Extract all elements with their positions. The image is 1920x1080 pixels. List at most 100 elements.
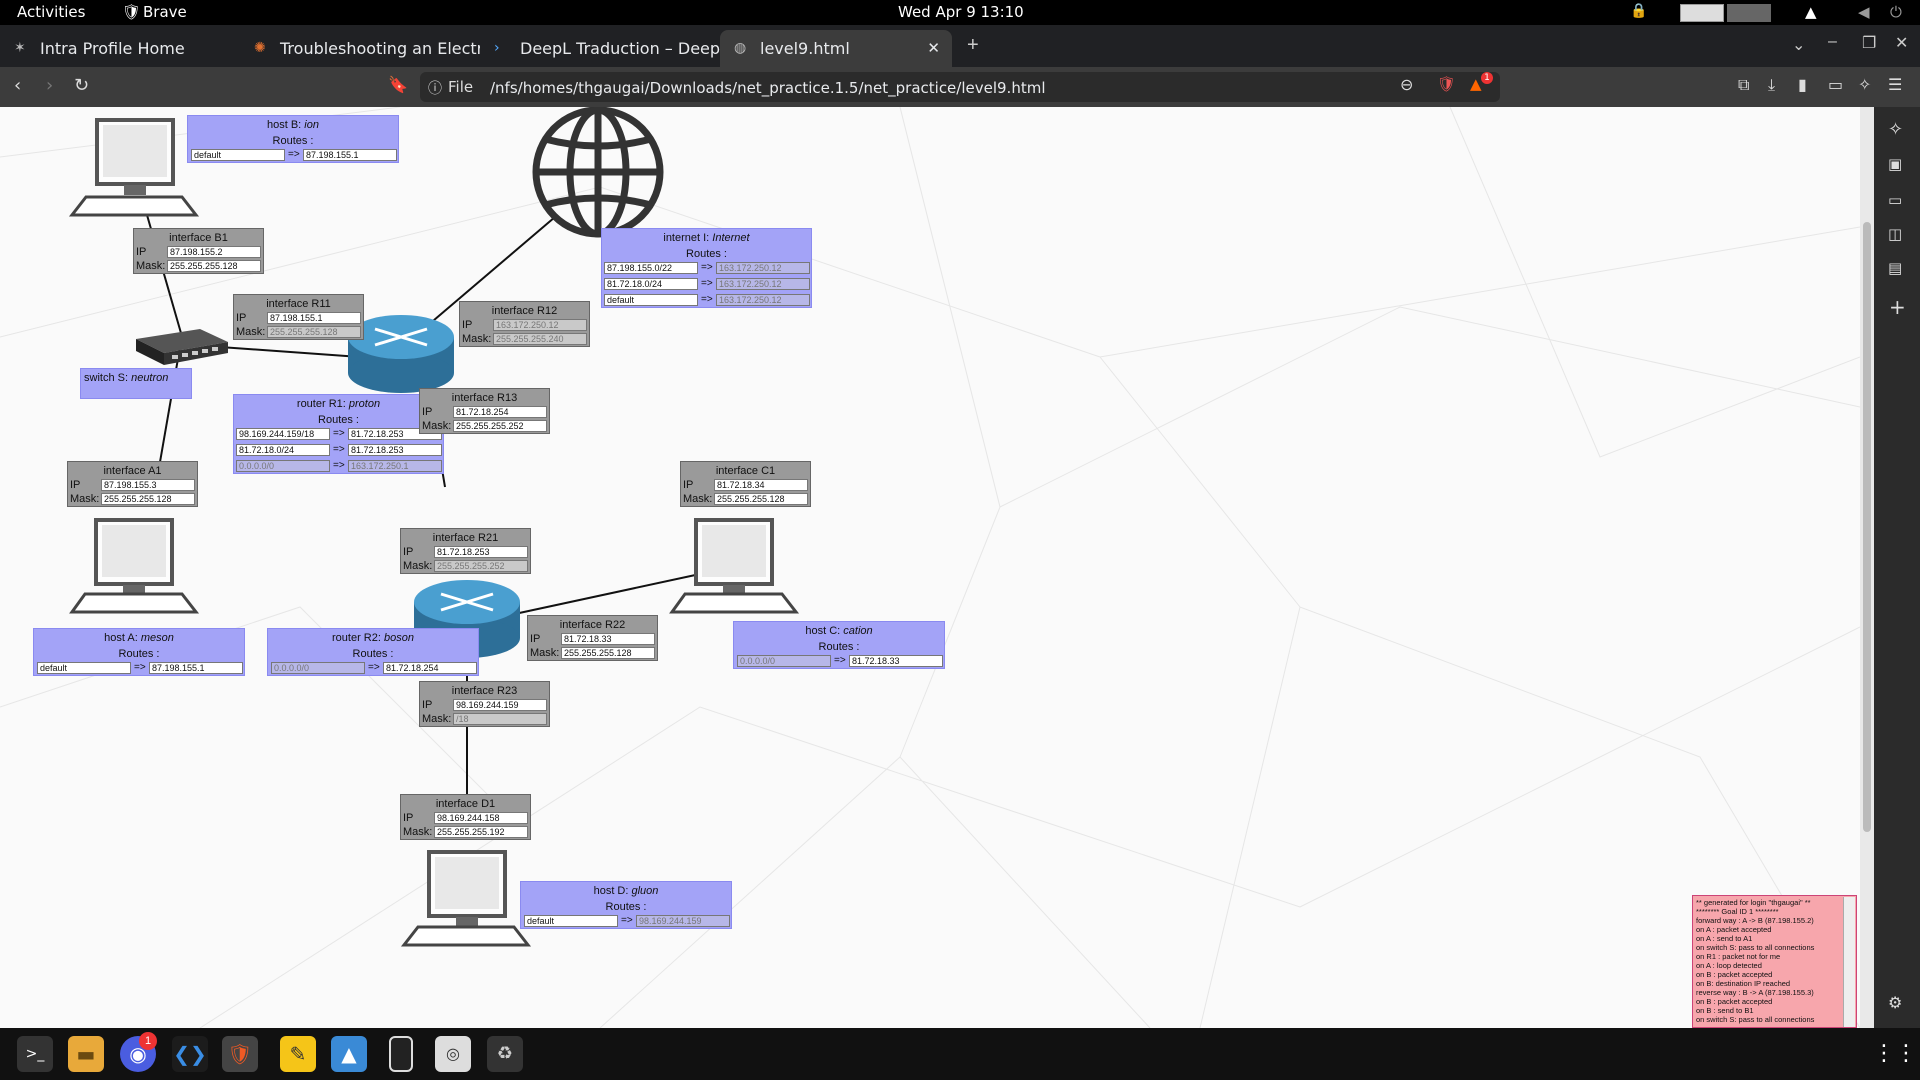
screenshot-icon[interactable]: ◎ (435, 1036, 471, 1072)
C1-mask-input[interactable]: 255.255.255.128 (714, 493, 808, 505)
minimize-icon[interactable]: – (1828, 33, 1837, 51)
forward-icon[interactable]: › (46, 75, 53, 96)
tab-title: Intra Profile Home (40, 39, 185, 58)
reading-list-sidebar-icon[interactable]: ▤ (1888, 259, 1902, 277)
R1-route-dest-input[interactable]: 98.169.244.159/18 (236, 428, 330, 440)
zoom-icon[interactable]: ⊖ (1400, 75, 1413, 94)
internet-route-dest-input[interactable]: default (604, 294, 698, 306)
interface-title: interface C1 (715, 465, 776, 477)
R23-ip-input[interactable]: 98.169.244.159 (453, 699, 547, 711)
notes-icon[interactable]: ✎ (280, 1036, 316, 1072)
workspace-indicator-2[interactable] (1727, 4, 1771, 22)
close-tab-icon[interactable]: ✕ (927, 30, 940, 67)
log-scrollbar[interactable] (1843, 897, 1855, 1027)
tab-search-chevron-icon[interactable]: ⌄ (1792, 35, 1805, 55)
extensions-icon[interactable]: ⧉ (1738, 75, 1749, 95)
hostA-route-dest-input[interactable]: default (37, 662, 131, 674)
sidebar-toggle-icon[interactable]: ▮ (1798, 75, 1807, 94)
sidebar-settings-icon[interactable]: ⚙ (1888, 993, 1902, 1012)
app-menu[interactable]: Brave (143, 3, 187, 21)
A1-mask-input[interactable]: 255.255.255.128 (101, 493, 195, 505)
R1-route-gw-input[interactable]: 81.72.18.253 (348, 444, 442, 456)
media-sidebar-icon[interactable]: ▣ (1888, 155, 1902, 173)
download-icon[interactable]: ⤓ (1768, 75, 1775, 95)
tab-level9[interactable]: ◍ level9.html ✕ (720, 30, 952, 67)
R22-mask-input[interactable]: 255.255.255.128 (561, 647, 655, 659)
maximize-icon[interactable]: ❐ (1862, 33, 1876, 53)
back-icon[interactable]: ‹ (14, 75, 21, 96)
brave-shields-icon[interactable]: 🛡 (1437, 75, 1456, 93)
D1-mask-input[interactable]: 255.255.255.192 (434, 826, 528, 838)
internet-route-dest-input[interactable]: 87.198.155.0/22 (604, 262, 698, 274)
brave-sidebar: ✧ ▣ ▭ ◫ ▤ + ⚙ (1874, 107, 1920, 1028)
R21-ip-input[interactable]: 81.72.18.253 (434, 546, 528, 558)
clock[interactable]: Wed Apr 9 13:10 (898, 3, 1024, 21)
route-arrow: => (701, 262, 713, 273)
interface-title: interface R22 (559, 619, 626, 631)
hostD-route-gw-readonly: 98.169.244.159 (636, 915, 730, 927)
B1-ip-input[interactable]: 87.198.155.2 (167, 246, 261, 258)
info-icon[interactable]: ⓘ (428, 78, 442, 98)
R22-ip-input[interactable]: 81.72.18.33 (561, 633, 655, 645)
activities-button[interactable]: Activities (17, 3, 85, 21)
interface-title: interface R13 (451, 392, 518, 404)
interface-R11-panel: interface R11 IP 87.198.155.1 Mask: 255.25… (233, 294, 364, 340)
menu-icon[interactable]: ☰ (1888, 75, 1902, 94)
tab-intra[interactable]: ✶ Intra Profile Home (0, 30, 240, 67)
computer-hostA-icon (69, 518, 200, 614)
add-sidebar-item-icon[interactable]: + (1889, 295, 1906, 319)
close-window-icon[interactable]: ✕ (1895, 33, 1908, 53)
bookmarks-sidebar-icon[interactable]: ◫ (1888, 225, 1902, 243)
page-scrollbar[interactable] (1860, 107, 1874, 1028)
brave-rewards-icon[interactable]: ▲ (1470, 75, 1482, 93)
B1-mask-input[interactable]: 255.255.255.128 (167, 260, 261, 272)
leo-sidebar-icon[interactable]: ✧ (1888, 119, 1903, 140)
mask-label: Mask: (683, 493, 713, 505)
terminal-icon[interactable]: >_ (17, 1036, 53, 1072)
R13-ip-input[interactable]: 81.72.18.254 (453, 406, 547, 418)
tab-deepl[interactable]: › DeepL Traduction – DeepL (480, 30, 720, 67)
url-text[interactable]: /nfs/homes/thgaugai/Downloads/net_practi… (490, 79, 1046, 97)
hostD-route-dest-input[interactable]: default (524, 915, 618, 927)
tab-title: Troubleshooting an Electr (280, 39, 480, 58)
bookmark-icon[interactable]: 🔖 (388, 75, 408, 94)
show-apps-icon[interactable]: ⋮⋮⋮ (1873, 1036, 1920, 1072)
tab-title: DeepL Traduction – DeepL (520, 39, 720, 58)
workspace-indicator-1[interactable] (1680, 4, 1724, 22)
page-scrollbar-thumb[interactable] (1863, 222, 1871, 832)
vscode-icon[interactable]: ❮❯ (172, 1036, 208, 1072)
tab-troubleshooting[interactable]: ✺ Troubleshooting an Electr (240, 30, 480, 67)
hostA-route-gw-input[interactable]: 87.198.155.1 (149, 662, 243, 674)
R2-route-gw-input[interactable]: 81.72.18.254 (383, 662, 477, 674)
new-tab-icon[interactable]: + (967, 34, 979, 57)
mask-label: Mask: (422, 420, 452, 432)
reload-icon[interactable]: ↻ (74, 75, 89, 96)
D1-ip-input[interactable]: 98.169.244.158 (434, 812, 528, 824)
interface-title: interface B1 (169, 232, 228, 244)
A1-ip-input[interactable]: 87.198.155.3 (101, 479, 195, 491)
C1-ip-input[interactable]: 81.72.18.34 (714, 479, 808, 491)
volume-icon[interactable]: ◀ (1858, 3, 1870, 21)
hostB-route-gw-input[interactable]: 87.198.155.1 (303, 149, 397, 161)
route-arrow: => (368, 662, 380, 673)
wallet-icon[interactable]: ▭ (1828, 75, 1843, 94)
R13-mask-input[interactable]: 255.255.255.252 (453, 420, 547, 432)
files-icon[interactable]: ▬ (68, 1036, 104, 1072)
routes-label: Routes : (318, 414, 359, 426)
internet-route-dest-input[interactable]: 81.72.18.0/24 (604, 278, 698, 290)
log-panel[interactable]: ** generated for login "thgaugai" ** ***… (1692, 895, 1857, 1028)
interface-R23-panel: interface R23 IP 98.169.244.159 Mask:/18 (419, 681, 550, 727)
trash-icon[interactable]: ♻ (487, 1036, 523, 1072)
R1-route-dest-input[interactable]: 81.72.18.0/24 (236, 444, 330, 456)
R11-ip-input[interactable]: 87.198.155.1 (267, 312, 361, 324)
switch-panel: switch S: neutron (80, 368, 192, 399)
power-icon[interactable]: ⏻ (1890, 3, 1902, 21)
hostB-route-dest-input[interactable]: default (191, 149, 285, 161)
wallet-sidebar-icon[interactable]: ▭ (1888, 191, 1902, 209)
network-icon[interactable]: ▲ (1805, 3, 1817, 21)
leo-ai-icon[interactable]: ✧ (1858, 75, 1871, 94)
phone-icon[interactable] (389, 1036, 413, 1072)
image-viewer-icon[interactable]: ▲ (331, 1036, 367, 1072)
hostC-route-gw-input[interactable]: 81.72.18.33 (849, 655, 943, 667)
brave-dock-icon[interactable]: 🛡 (222, 1036, 258, 1072)
